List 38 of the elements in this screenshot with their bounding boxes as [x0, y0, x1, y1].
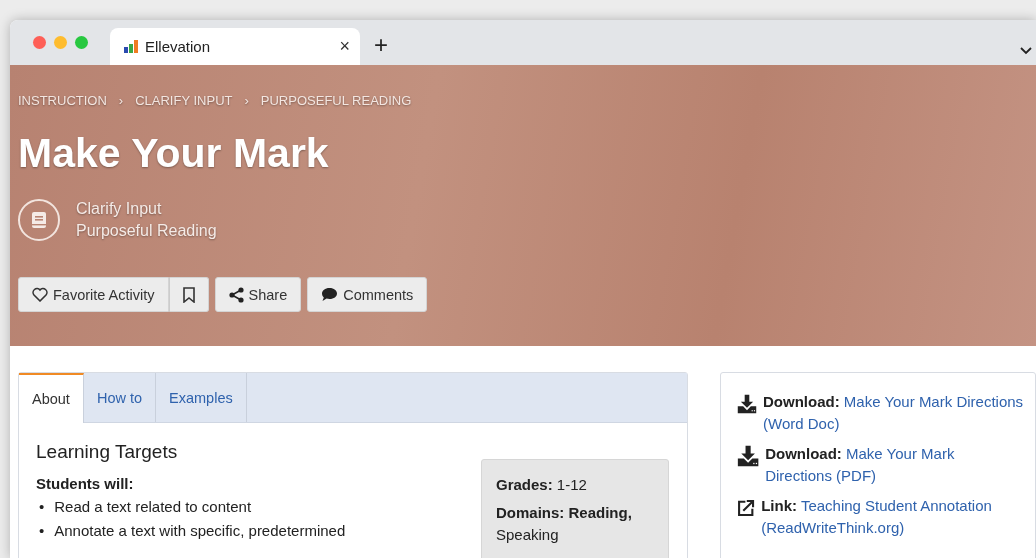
chevron-down-icon[interactable] [1020, 47, 1032, 55]
comments-button[interactable]: Comments [307, 277, 428, 312]
resource-link[interactable]: Download: Make Your Mark Directions (PDF) [765, 443, 1025, 487]
close-tab-button[interactable]: × [339, 36, 350, 57]
info-text: Domains: Reading, Speaking [496, 502, 633, 545]
favorite-button[interactable]: Favorite Activity [18, 277, 169, 312]
close-window-icon[interactable] [33, 36, 46, 49]
resource-link[interactable]: Link: Teaching Student Annotation (ReadWriteThink.org) [761, 495, 1025, 539]
tab-title: Ellevation [145, 38, 212, 55]
content-tab[interactable]: How to [83, 373, 157, 422]
intro-text: Students will: [36, 475, 135, 492]
content-tab[interactable]: Examples [156, 373, 247, 422]
bar-chart-icon [124, 40, 139, 53]
zoom-window-icon[interactable] [75, 36, 88, 49]
breadcrumb-separator: › [244, 93, 249, 108]
target-item: Read a text related to content [54, 498, 252, 516]
browser-tab[interactable]: Ellevation × [110, 28, 360, 65]
category-label: Clarify Input [76, 200, 163, 218]
new-tab-button[interactable]: + [374, 31, 388, 59]
target-item: Annotate a text with specific, predetermined [54, 522, 346, 540]
bookmark-button[interactable] [168, 277, 209, 312]
section-heading: Learning Targets [36, 441, 179, 463]
content-tab[interactable]: About [19, 373, 84, 423]
download-icon [737, 443, 760, 469]
book-icon [18, 199, 60, 241]
breadcrumb-separator: › [118, 93, 124, 108]
minimize-window-icon[interactable] [54, 36, 67, 49]
info-text: Grades: 1-12 [496, 475, 588, 495]
share-icon [228, 286, 244, 303]
bookmark-icon [182, 286, 195, 303]
resource-link[interactable]: Download: Make Your Mark Directions (Word Doc) [763, 391, 1025, 435]
category-label: Purposeful Reading [76, 222, 217, 240]
bullet: • [39, 522, 45, 540]
heart-icon [32, 287, 48, 302]
speech-bubble-icon [321, 287, 339, 302]
activity-title: Make Your Mark [18, 130, 330, 177]
bullet: • [39, 498, 45, 516]
share-button[interactable]: Share [214, 277, 302, 312]
